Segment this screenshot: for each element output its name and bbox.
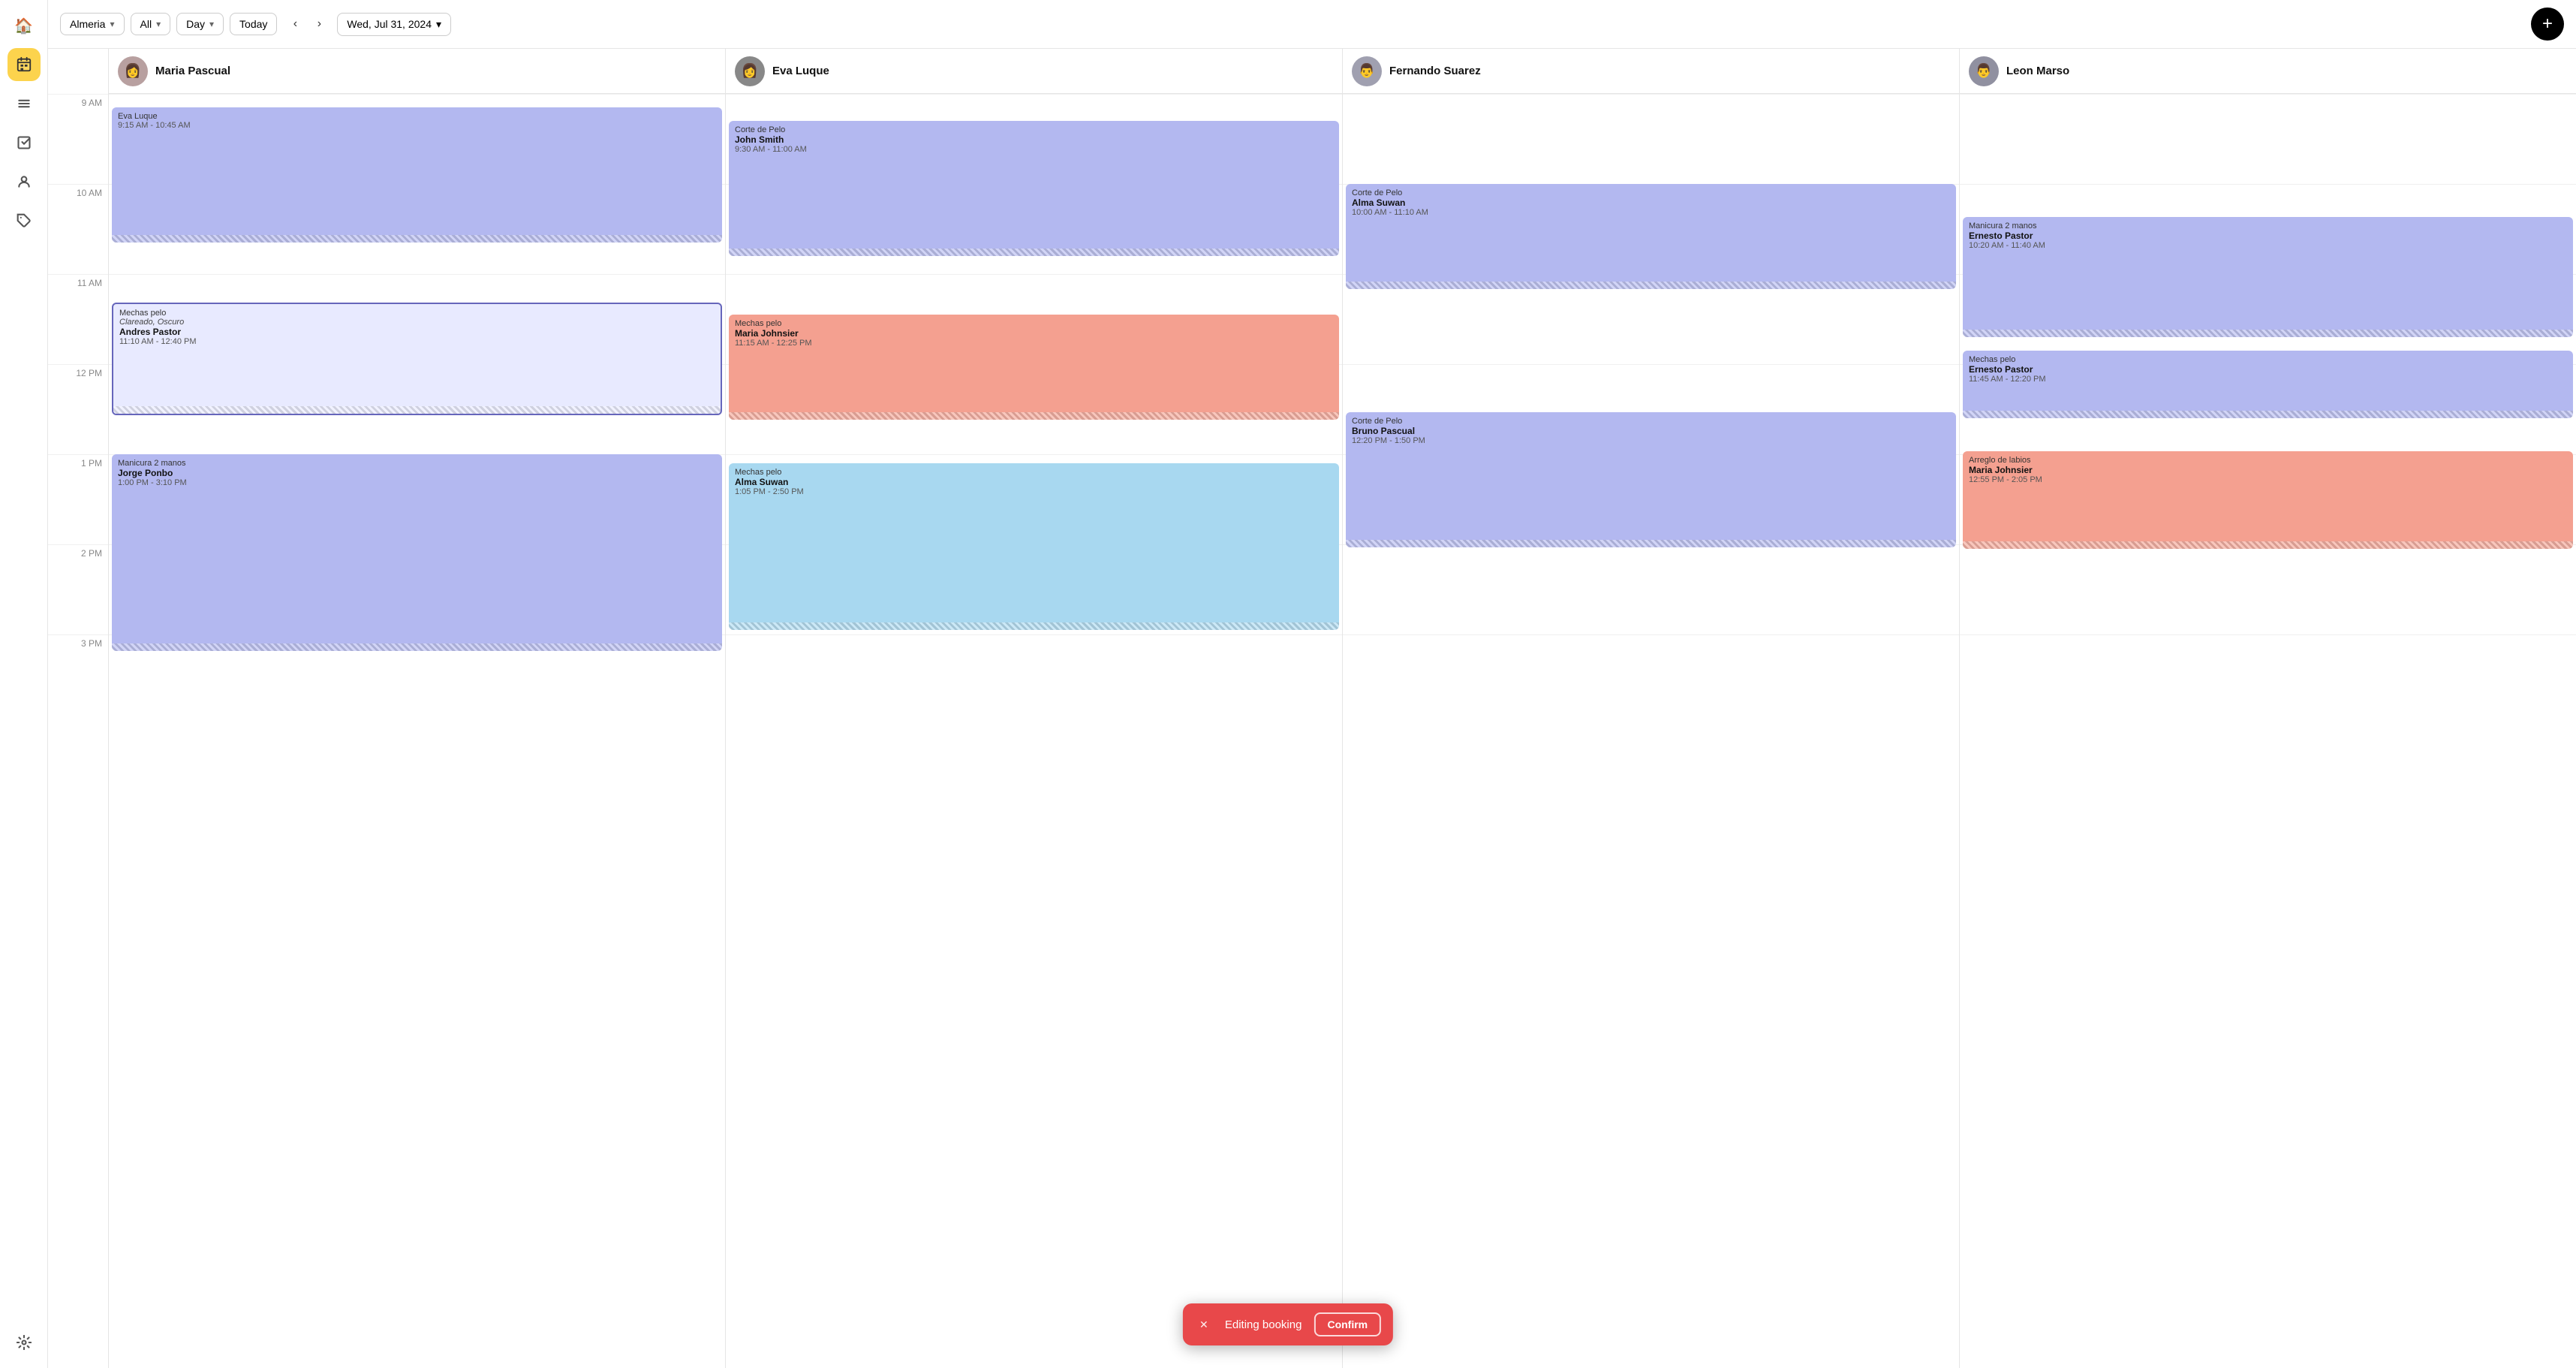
filter-chevron: ▾ xyxy=(156,19,161,29)
time-1pm: 1 PM xyxy=(48,454,108,544)
location-label: Almeria xyxy=(70,18,105,30)
staff-column-1: 👩 Eva Luque Corte de PeloJohn Smith9:30 AM… xyxy=(725,49,1342,1368)
staff-name: Maria Pascual xyxy=(155,65,230,77)
time-2pm: 2 PM xyxy=(48,544,108,634)
hatch-indicator xyxy=(729,622,1339,630)
staff-body-1: Corte de PeloJohn Smith9:30 AM - 11:00 A… xyxy=(726,94,1342,725)
time-3pm: 3 PM xyxy=(48,634,108,725)
staff-avatar: 👩 xyxy=(735,56,765,86)
hour-line-6 xyxy=(1960,634,2576,725)
filter-label: All xyxy=(140,18,152,30)
hour-line-6 xyxy=(726,634,1342,725)
location-chevron: ▾ xyxy=(110,19,114,29)
tag-icon[interactable] xyxy=(8,204,41,237)
staff-body-2: Corte de PeloAlma Suwan10:00 AM - 11:10 … xyxy=(1343,94,1959,725)
hour-line-0 xyxy=(1960,94,2576,184)
hour-line-6 xyxy=(1343,634,1959,725)
appointment-block[interactable]: Manicura 2 manosErnesto Pastor10:20 AM -… xyxy=(1963,217,2573,337)
appointment-block[interactable]: Corte de PeloBruno Pascual12:20 PM - 1:5… xyxy=(1346,412,1956,547)
nav-arrows: ‹ › xyxy=(283,12,331,36)
staff-header-2: 👨 Fernando Suarez xyxy=(1343,49,1959,94)
staff-name: Eva Luque xyxy=(772,65,829,77)
prev-arrow[interactable]: ‹ xyxy=(283,12,307,36)
hatch-indicator xyxy=(1963,330,2573,337)
staff-body-0: Eva Luque9:15 AM - 10:45 AM Mechas peloCl… xyxy=(109,94,725,725)
editing-bar-message: Editing booking xyxy=(1225,1318,1302,1331)
filter-select[interactable]: All ▾ xyxy=(131,13,171,35)
staff-body-3: Manicura 2 manosErnesto Pastor10:20 AM -… xyxy=(1960,94,2576,725)
appointment-block[interactable]: Corte de PeloJohn Smith9:30 AM - 11:00 A… xyxy=(729,121,1339,256)
staff-column-0: 👩 Maria Pascual Eva Luque9:15 AM - 10:45 A… xyxy=(108,49,725,1368)
hatch-indicator xyxy=(729,249,1339,256)
sidebar: 🏠 xyxy=(0,0,48,1368)
tasks-icon[interactable] xyxy=(8,126,41,159)
appointment-block[interactable]: Eva Luque9:15 AM - 10:45 AM xyxy=(112,107,722,243)
staff-column-3: 👨 Leon Marso Manicura 2 manosErnesto Pasto… xyxy=(1959,49,2576,1368)
appointment-block[interactable]: Mechas peloAlma Suwan1:05 PM - 2:50 PM xyxy=(729,463,1339,630)
staff-name: Fernando Suarez xyxy=(1389,65,1481,77)
appointment-block[interactable]: Arreglo de labiosMaria Johnsier12:55 PM … xyxy=(1963,451,2573,549)
staff-header-0: 👩 Maria Pascual xyxy=(109,49,725,94)
hatch-indicator xyxy=(1346,282,1956,289)
appointment-block[interactable]: Manicura 2 manosJorge Ponbo1:00 PM - 3:1… xyxy=(112,454,722,651)
toolbar: Almeria ▾ All ▾ Day ▾ Today ‹ › Wed, Jul… xyxy=(48,0,2576,49)
editing-bar-close[interactable]: ✕ xyxy=(1195,1315,1213,1333)
appointment-block[interactable]: Mechas peloClareado, OscuroAndres Pastor… xyxy=(112,303,722,415)
hatch-indicator xyxy=(112,643,722,651)
time-10am: 10 AM xyxy=(48,184,108,274)
hatch-indicator xyxy=(1346,540,1956,547)
hatch-indicator xyxy=(1963,541,2573,549)
time-column: 9 AM 10 AM 11 AM 12 PM 1 PM 2 PM 3 PM xyxy=(48,49,108,1368)
staff-avatar: 👨 xyxy=(1969,56,1999,86)
hatch-indicator xyxy=(112,235,722,243)
hour-line-5 xyxy=(1960,544,2576,634)
hatch-indicator xyxy=(1963,411,2573,418)
staff-columns: 👩 Maria Pascual Eva Luque9:15 AM - 10:45 A… xyxy=(108,49,2576,1368)
staff-avatar: 👨 xyxy=(1352,56,1382,86)
time-9am: 9 AM xyxy=(48,94,108,184)
date-chevron: ▾ xyxy=(436,18,441,31)
view-select[interactable]: Day ▾ xyxy=(176,13,224,35)
today-label: Today xyxy=(239,18,267,30)
home-icon[interactable]: 🏠 xyxy=(8,9,41,42)
view-label: Day xyxy=(186,18,205,30)
staff-header-3: 👨 Leon Marso xyxy=(1960,49,2576,94)
main-area: Almeria ▾ All ▾ Day ▾ Today ‹ › Wed, Jul… xyxy=(48,0,2576,1368)
time-12pm: 12 PM xyxy=(48,364,108,454)
hour-line-5 xyxy=(1343,544,1959,634)
appointment-block[interactable]: Mechas peloMaria Johnsier11:15 AM - 12:2… xyxy=(729,315,1339,420)
calendar-icon[interactable] xyxy=(8,48,41,81)
location-select[interactable]: Almeria ▾ xyxy=(60,13,125,35)
appointment-block[interactable]: Mechas peloErnesto Pastor11:45 AM - 12:2… xyxy=(1963,351,2573,418)
date-label: Wed, Jul 31, 2024 xyxy=(347,18,432,30)
hatch-indicator xyxy=(113,406,721,414)
date-display[interactable]: Wed, Jul 31, 2024 ▾ xyxy=(337,13,451,36)
calendar-area: 9 AM 10 AM 11 AM 12 PM 1 PM 2 PM 3 PM 👩 M… xyxy=(48,49,2576,1368)
time-11am: 11 AM xyxy=(48,274,108,364)
staff-header-1: 👩 Eva Luque xyxy=(726,49,1342,94)
next-arrow[interactable]: › xyxy=(307,12,331,36)
settings-icon[interactable] xyxy=(8,1326,41,1359)
hatch-indicator xyxy=(729,412,1339,420)
staff-avatar: 👩 xyxy=(118,56,148,86)
today-button[interactable]: Today xyxy=(230,13,277,35)
hour-line-0 xyxy=(1343,94,1959,184)
add-button[interactable]: + xyxy=(2531,8,2564,41)
person-icon[interactable] xyxy=(8,165,41,198)
appointment-block[interactable]: Corte de PeloAlma Suwan10:00 AM - 11:10 … xyxy=(1346,184,1956,289)
staff-name: Leon Marso xyxy=(2006,65,2069,77)
confirm-button[interactable]: Confirm xyxy=(1314,1312,1381,1336)
staff-column-2: 👨 Fernando Suarez Corte de PeloAlma Suwan1… xyxy=(1342,49,1959,1368)
list-icon[interactable] xyxy=(8,87,41,120)
editing-bar: ✕ Editing booking Confirm xyxy=(1183,1303,1393,1345)
view-chevron: ▾ xyxy=(209,19,214,29)
